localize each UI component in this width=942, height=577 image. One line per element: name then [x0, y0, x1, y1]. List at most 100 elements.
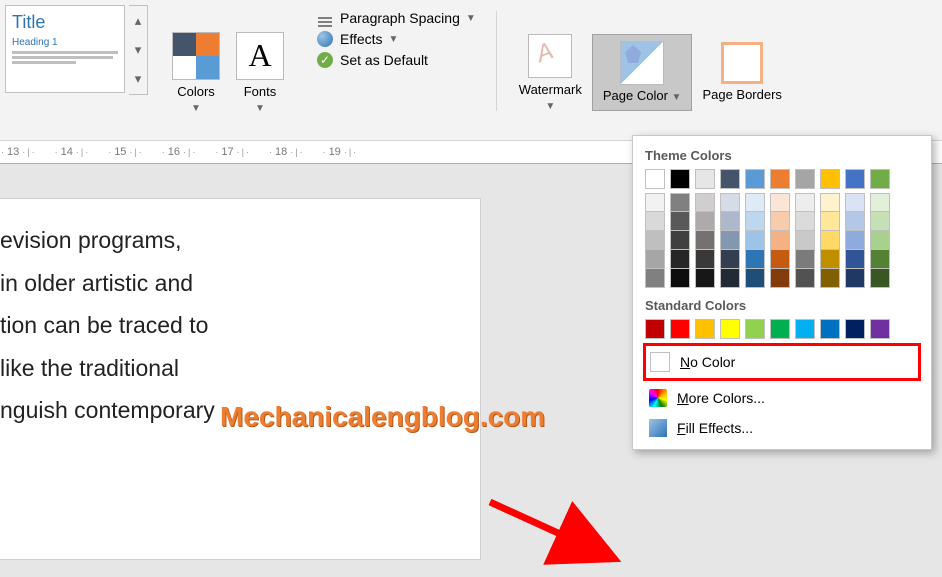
- document-page[interactable]: evision programs,in older artistic andti…: [0, 199, 480, 559]
- color-swatch[interactable]: [820, 169, 840, 189]
- color-swatch[interactable]: [670, 212, 690, 231]
- no-color-item[interactable]: No Color: [646, 346, 918, 378]
- color-swatch[interactable]: [670, 250, 690, 269]
- color-swatch[interactable]: [820, 269, 840, 288]
- color-swatch[interactable]: [845, 269, 865, 288]
- color-swatch[interactable]: [770, 250, 790, 269]
- color-swatch[interactable]: [845, 231, 865, 250]
- color-swatch[interactable]: [845, 169, 865, 189]
- color-swatch[interactable]: [645, 231, 665, 250]
- color-swatch[interactable]: [770, 212, 790, 231]
- color-swatch[interactable]: [645, 169, 665, 189]
- color-swatch[interactable]: [795, 250, 815, 269]
- color-swatch[interactable]: [845, 319, 865, 339]
- color-swatch[interactable]: [645, 319, 665, 339]
- color-swatch[interactable]: [795, 231, 815, 250]
- color-swatch[interactable]: [820, 193, 840, 212]
- color-swatch[interactable]: [770, 169, 790, 189]
- color-swatch[interactable]: [745, 319, 765, 339]
- color-swatch[interactable]: [720, 319, 740, 339]
- effects-icon: [317, 31, 333, 47]
- paragraph-spacing-button[interactable]: Paragraph Spacing ▼: [316, 9, 476, 27]
- color-swatch[interactable]: [720, 169, 740, 189]
- color-swatch[interactable]: [645, 250, 665, 269]
- color-swatch[interactable]: [695, 319, 715, 339]
- color-swatch[interactable]: [745, 231, 765, 250]
- watermark-label: Watermark: [519, 82, 582, 97]
- page-color-dropdown: Theme Colors Standard Colors No Color Mo…: [632, 135, 932, 450]
- color-swatch[interactable]: [670, 193, 690, 212]
- color-swatch[interactable]: [745, 193, 765, 212]
- colors-label: Colors: [177, 84, 215, 99]
- color-swatch[interactable]: [870, 212, 890, 231]
- color-swatch[interactable]: [820, 231, 840, 250]
- color-swatch[interactable]: [695, 212, 715, 231]
- fonts-label: Fonts: [244, 84, 277, 99]
- color-swatch[interactable]: [845, 193, 865, 212]
- color-swatch[interactable]: [695, 231, 715, 250]
- color-swatch[interactable]: [670, 231, 690, 250]
- color-swatch[interactable]: [795, 319, 815, 339]
- color-swatch[interactable]: [745, 250, 765, 269]
- color-swatch[interactable]: [795, 193, 815, 212]
- document-line: in older artistic and: [0, 262, 470, 305]
- color-swatch[interactable]: [695, 250, 715, 269]
- more-colors-item[interactable]: More Colors...: [645, 383, 919, 413]
- effects-button[interactable]: Effects ▼: [316, 30, 476, 48]
- color-swatch[interactable]: [695, 269, 715, 288]
- style-gallery-more-button[interactable]: ▴▾▾: [129, 5, 148, 95]
- color-swatch[interactable]: [820, 212, 840, 231]
- document-line: like the traditional: [0, 347, 470, 390]
- color-swatch[interactable]: [670, 169, 690, 189]
- color-swatch[interactable]: [870, 269, 890, 288]
- color-swatch[interactable]: [670, 319, 690, 339]
- page-color-button[interactable]: Page Color ▼: [592, 34, 693, 111]
- set-as-default-button[interactable]: ✓ Set as Default: [316, 51, 476, 69]
- color-swatch[interactable]: [720, 212, 740, 231]
- color-swatch[interactable]: [720, 193, 740, 212]
- color-swatch[interactable]: [870, 231, 890, 250]
- color-swatch[interactable]: [720, 250, 740, 269]
- style-set-item[interactable]: Title Heading 1: [5, 5, 125, 93]
- color-swatch[interactable]: [645, 193, 665, 212]
- more-colors-icon: [649, 389, 667, 407]
- effects-label: Effects: [340, 31, 383, 47]
- color-swatch[interactable]: [820, 250, 840, 269]
- color-swatch[interactable]: [745, 169, 765, 189]
- color-swatch[interactable]: [795, 169, 815, 189]
- color-swatch[interactable]: [820, 319, 840, 339]
- paragraph-spacing-label: Paragraph Spacing: [340, 10, 460, 26]
- color-swatch[interactable]: [795, 269, 815, 288]
- color-swatch[interactable]: [845, 212, 865, 231]
- page-borders-button[interactable]: Page Borders: [692, 36, 792, 109]
- color-swatch[interactable]: [745, 212, 765, 231]
- watermark-overlay: Mechanicalengblog.com: [220, 401, 545, 433]
- color-swatch[interactable]: [870, 193, 890, 212]
- chevron-down-icon: ▼: [672, 92, 682, 103]
- color-swatch[interactable]: [695, 193, 715, 212]
- color-swatch[interactable]: [745, 269, 765, 288]
- color-swatch[interactable]: [870, 250, 890, 269]
- color-swatch[interactable]: [795, 212, 815, 231]
- style-gallery[interactable]: Title Heading 1 ▴▾▾: [0, 5, 148, 95]
- page-color-label: Page Color: [603, 88, 668, 103]
- no-color-swatch-icon: [650, 352, 670, 372]
- color-swatch[interactable]: [720, 231, 740, 250]
- color-swatch[interactable]: [695, 169, 715, 189]
- color-swatch[interactable]: [720, 269, 740, 288]
- color-swatch[interactable]: [770, 269, 790, 288]
- color-swatch[interactable]: [845, 250, 865, 269]
- color-swatch[interactable]: [770, 319, 790, 339]
- standard-colors-row: [645, 319, 919, 339]
- colors-button[interactable]: Colors ▼: [164, 28, 228, 118]
- color-swatch[interactable]: [770, 231, 790, 250]
- fill-effects-item[interactable]: Fill Effects...: [645, 413, 919, 443]
- color-swatch[interactable]: [870, 169, 890, 189]
- fonts-button[interactable]: A Fonts ▼: [228, 28, 292, 118]
- color-swatch[interactable]: [645, 212, 665, 231]
- color-swatch[interactable]: [870, 319, 890, 339]
- color-swatch[interactable]: [670, 269, 690, 288]
- color-swatch[interactable]: [645, 269, 665, 288]
- watermark-button[interactable]: Watermark ▼: [509, 28, 592, 118]
- color-swatch[interactable]: [770, 193, 790, 212]
